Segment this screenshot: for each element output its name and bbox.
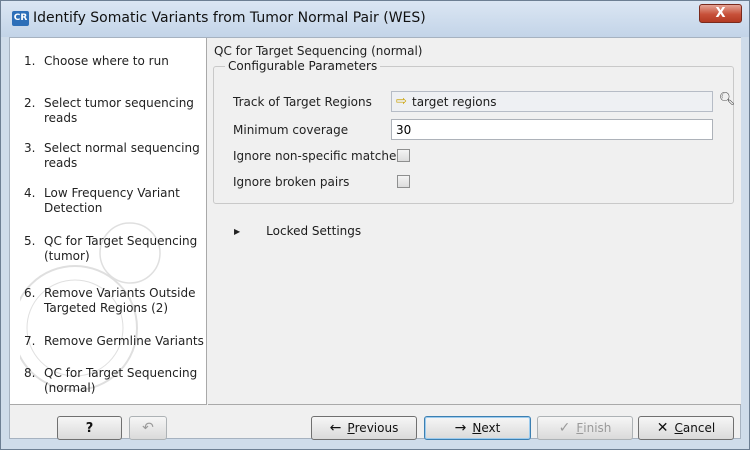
title-bar: CR Identify Somatic Variants from Tumor … <box>1 1 749 37</box>
cancel-button[interactable]: ✕ Cancel <box>638 416 734 440</box>
browse-search-icon[interactable]: 🔍︎ <box>717 92 737 111</box>
track-value: target regions <box>412 95 497 109</box>
window-title: Identify Somatic Variants from Tumor Nor… <box>33 10 426 26</box>
step-label: Select tumor sequencing reads <box>44 96 194 125</box>
step-label: QC for Target Sequencing (tumor) <box>44 234 198 263</box>
previous-mnemonic: P <box>347 421 355 435</box>
next-mnemonic: N <box>472 421 482 435</box>
wizard-steps-panel: 1. Choose where to run 2. Select tumor s… <box>10 38 207 405</box>
cancel-mnemonic: C <box>674 421 683 435</box>
step-6: 6. Remove Variants Outside Targeted Regi… <box>24 286 204 316</box>
step-number: 7. <box>24 334 36 348</box>
undo-icon: ↶ <box>142 420 154 436</box>
step-8-current: 8. QC for Target Sequencing (normal) <box>24 366 204 396</box>
track-selector-field[interactable]: ⇨ target regions <box>391 91 713 112</box>
step-label: Remove Variants Outside Targeted Regions… <box>44 286 196 315</box>
step-content-panel: QC for Target Sequencing (normal) Config… <box>208 38 741 405</box>
step-number: 5. <box>24 234 36 248</box>
ignore-broken-checkbox[interactable] <box>397 175 410 188</box>
next-label: ext <box>481 421 501 435</box>
min-coverage-label: Minimum coverage <box>233 123 349 137</box>
step-4: 4. Low Frequency Variant Detection <box>24 186 204 216</box>
step-number: 3. <box>24 141 36 155</box>
step-number: 2. <box>24 96 36 110</box>
next-button[interactable]: → Next <box>424 416 531 440</box>
step-label: Remove Germline Variants <box>44 334 204 348</box>
locked-settings-label: Locked Settings <box>266 224 362 238</box>
step-label: QC for Target Sequencing (normal) <box>44 366 198 395</box>
previous-button[interactable]: ← Previous <box>311 416 417 440</box>
step-1: 1. Choose where to run <box>24 54 204 69</box>
arrow-right-icon: → <box>454 420 467 436</box>
track-label: Track of Target Regions <box>233 95 372 109</box>
ignore-broken-label: Ignore broken pairs <box>233 175 350 189</box>
locked-settings-toggle[interactable]: ▶ Locked Settings <box>234 224 361 238</box>
help-label: ? <box>85 420 94 436</box>
step-5: 5. QC for Target Sequencing (tumor) <box>24 234 204 264</box>
expand-triangle-icon: ▶ <box>234 226 241 236</box>
step-7: 7. Remove Germline Variants <box>24 334 204 349</box>
cancel-label: ancel <box>682 421 716 435</box>
reset-button[interactable]: ↶ <box>129 416 167 440</box>
ignore-nonspecific-checkbox[interactable] <box>397 149 410 162</box>
finish-label: inish <box>583 421 612 435</box>
finish-mnemonic: F <box>576 421 584 435</box>
close-button[interactable]: X <box>699 4 742 23</box>
step-label: Select normal sequencing reads <box>44 141 200 170</box>
finish-button[interactable]: ✓ Finish <box>537 416 633 440</box>
step-label: Choose where to run <box>44 54 169 68</box>
group-title: Configurable Parameters <box>225 59 381 73</box>
step-label: Low Frequency Variant Detection <box>44 186 180 215</box>
close-x-icon: ✕ <box>656 420 669 436</box>
app-icon: CR <box>12 11 29 26</box>
arrow-left-icon: ← <box>329 420 342 436</box>
help-button[interactable]: ? <box>57 416 122 440</box>
checkmark-icon: ✓ <box>558 420 571 436</box>
step-number: 1. <box>24 54 36 68</box>
ignore-nonspecific-label: Ignore non-specific matches <box>233 149 403 163</box>
step-number: 4. <box>24 186 36 200</box>
min-coverage-input[interactable] <box>391 119 713 140</box>
dialog-body: 1. Choose where to run 2. Select tumor s… <box>9 37 741 440</box>
previous-label: revious <box>354 421 399 435</box>
step-number: 6. <box>24 286 36 300</box>
track-icon: ⇨ <box>396 94 407 109</box>
step-number: 8. <box>24 366 36 380</box>
step-3: 3. Select normal sequencing reads <box>24 141 204 171</box>
step-2: 2. Select tumor sequencing reads <box>24 96 204 126</box>
dialog-window: CR Identify Somatic Variants from Tumor … <box>0 0 750 450</box>
section-title: QC for Target Sequencing (normal) <box>214 44 423 58</box>
